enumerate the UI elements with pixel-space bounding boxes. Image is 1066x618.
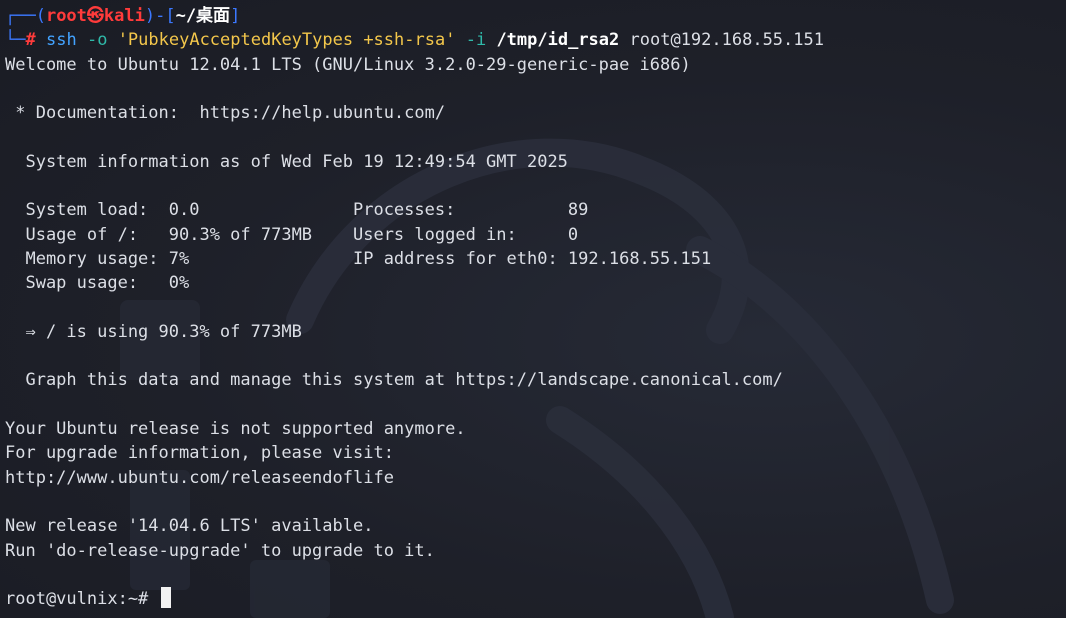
command-option-value: 'PubkeyAcceptedKeyTypes +ssh-rsa' — [117, 30, 456, 51]
prompt-path: ~/桌面 — [175, 6, 231, 26]
command-target: root@192.168.55.151 — [629, 30, 824, 51]
terminal-window[interactable]: ┌──(root㉿kali)-[~/桌面] └─# ssh -o 'Pubkey… — [0, 0, 1066, 618]
stats-line-2: Usage of /: 90.3% of 773MB Users logged … — [5, 224, 579, 245]
landscape-line: Graph this data and manage this system a… — [5, 370, 783, 391]
documentation-line: * Documentation: https://help.ubuntu.com… — [5, 103, 446, 124]
remote-prompt-line[interactable]: root@vulnix:~# — [5, 587, 1066, 611]
sysinfo-header-line: System information as of Wed Feb 19 12:4… — [5, 151, 568, 172]
eol-url-line: http://www.ubuntu.com/releaseendoflife — [5, 467, 394, 488]
new-release-line: New release '14.04.6 LTS' available. — [5, 516, 374, 537]
welcome-line: Welcome to Ubuntu 12.04.1 LTS (GNU/Linux… — [5, 54, 691, 75]
prompt-bracket-close: ] — [230, 6, 241, 26]
prompt-at-symbol: ㉿ — [86, 6, 104, 26]
terminal-output: ┌──(root㉿kali)-[~/桌面] └─# ssh -o 'Pubkey… — [5, 4, 1066, 611]
prompt-user: root — [45, 6, 87, 26]
command-line: └─# ssh -o 'PubkeyAcceptedKeyTypes +ssh-… — [5, 28, 1066, 52]
command-flag-i: -i — [465, 30, 487, 51]
disk-warning-line: ⇒ / is using 90.3% of 773MB — [5, 321, 302, 342]
remote-prompt: root@vulnix:~# — [5, 589, 159, 610]
command-flag-o: -o — [86, 30, 108, 51]
prompt-frame-bottom: └─ — [5, 30, 26, 51]
stats-line-4: Swap usage: 0% — [5, 273, 190, 294]
prompt-hash: # — [25, 30, 36, 51]
command-program: ssh — [45, 30, 77, 51]
command-key-path: /tmp/id_rsa2 — [496, 30, 620, 51]
stats-line-1: System load: 0.0 Processes: 89 — [5, 200, 589, 221]
text-cursor[interactable] — [160, 587, 171, 609]
prompt-separator: )-[ — [144, 6, 176, 26]
unsupported-line: Your Ubuntu release is not supported any… — [5, 419, 466, 440]
prompt-frame-top: ┌──( — [5, 6, 46, 26]
stats-line-3: Memory usage: 7% IP address for eth0: 19… — [5, 248, 712, 269]
prompt-host: kali — [103, 6, 145, 26]
prompt-line: ┌──(root㉿kali)-[~/桌面] — [5, 4, 1066, 28]
run-upgrade-line: Run 'do-release-upgrade' to upgrade to i… — [5, 540, 435, 561]
upgrade-info-line: For upgrade information, please visit: — [5, 443, 394, 464]
